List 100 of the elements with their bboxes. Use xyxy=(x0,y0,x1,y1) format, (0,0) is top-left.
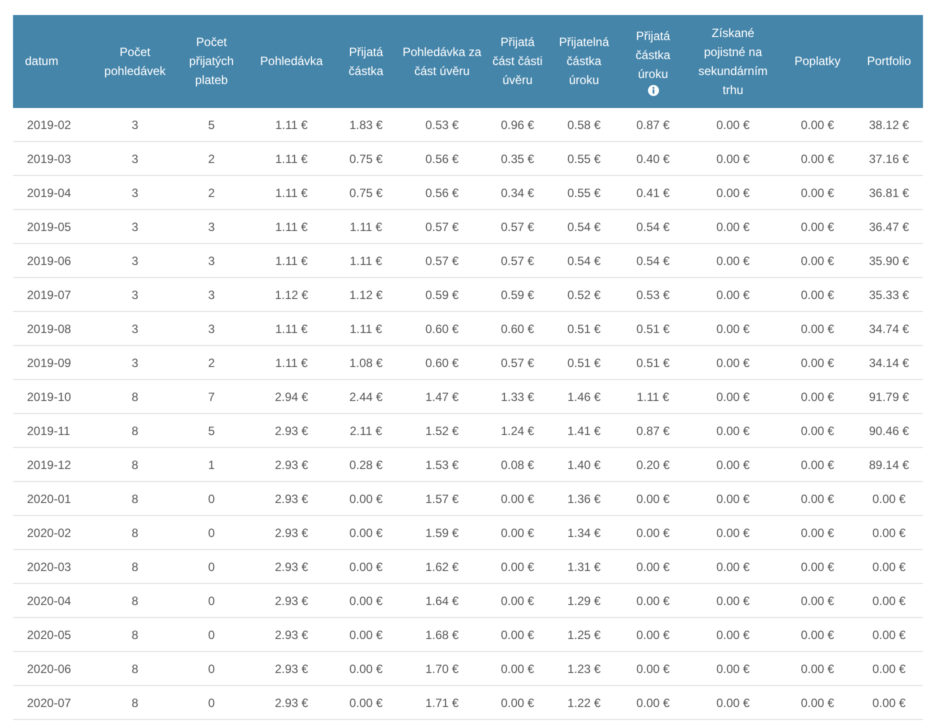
table-cell: 0.00 € xyxy=(855,618,923,652)
table-cell: 1.11 € xyxy=(335,210,397,244)
table-cell: 8 xyxy=(95,652,175,686)
table-cell: 3 xyxy=(95,210,175,244)
table-cell: 1.11 € xyxy=(335,312,397,346)
table-cell: 2019-12 xyxy=(13,448,95,482)
table-cell: 1.22 € xyxy=(548,686,620,720)
table-cell: 2020-03 xyxy=(13,550,95,584)
table-cell: 1.31 € xyxy=(548,550,620,584)
table-cell: 0.00 € xyxy=(780,482,855,516)
table-cell: 0.00 € xyxy=(780,278,855,312)
table-cell: 0.00 € xyxy=(686,618,780,652)
table-cell: 1.59 € xyxy=(397,516,487,550)
table-cell: 34.74 € xyxy=(855,312,923,346)
table-cell: 1.70 € xyxy=(397,652,487,686)
table-cell: 0.00 € xyxy=(487,686,548,720)
table-cell: 38.12 € xyxy=(855,108,923,142)
table-cell: 1.12 € xyxy=(248,278,335,312)
table-cell: 0.00 € xyxy=(686,176,780,210)
table-cell: 2.44 € xyxy=(335,380,397,414)
table-cell: 1.68 € xyxy=(397,618,487,652)
table-cell: 91.79 € xyxy=(855,380,923,414)
table-cell: 0.00 € xyxy=(780,210,855,244)
table-cell: 7 xyxy=(175,380,248,414)
table-cell: 1.36 € xyxy=(548,482,620,516)
table-cell: 0.08 € xyxy=(487,448,548,482)
table-cell: 0.54 € xyxy=(620,244,686,278)
table-cell: 8 xyxy=(95,686,175,720)
table-cell: 1.11 € xyxy=(248,244,335,278)
table-cell: 8 xyxy=(95,618,175,652)
table-cell: 1.11 € xyxy=(620,380,686,414)
table-cell: 0.87 € xyxy=(620,108,686,142)
table-cell: 0.00 € xyxy=(686,244,780,278)
table-cell: 0.00 € xyxy=(686,278,780,312)
table-cell: 0.00 € xyxy=(855,516,923,550)
column-header: Získané pojistné na sekundárním trhu xyxy=(686,15,780,108)
table-cell: 0.56 € xyxy=(397,176,487,210)
table-cell: 1.83 € xyxy=(335,108,397,142)
table-cell: 0.87 € xyxy=(620,414,686,448)
table-cell: 0.00 € xyxy=(855,652,923,686)
table-cell: 0.00 € xyxy=(780,176,855,210)
column-header: Počet pohledávek xyxy=(95,15,175,108)
table-cell: 0.51 € xyxy=(548,346,620,380)
table-cell: 0.57 € xyxy=(487,244,548,278)
table-cell: 0.00 € xyxy=(686,414,780,448)
table-cell: 0 xyxy=(175,550,248,584)
table-cell: 35.33 € xyxy=(855,278,923,312)
table-cell: 0.00 € xyxy=(686,142,780,176)
table-cell: 0.00 € xyxy=(335,584,397,618)
table-cell: 0.00 € xyxy=(686,550,780,584)
table-cell: 2 xyxy=(175,346,248,380)
table-cell: 0.00 € xyxy=(855,482,923,516)
table-cell: 2.93 € xyxy=(248,618,335,652)
table-cell: 0 xyxy=(175,618,248,652)
column-header: Přijatá část části úvěru xyxy=(487,15,548,108)
table-cell: 2.93 € xyxy=(248,448,335,482)
table-cell: 0.00 € xyxy=(780,108,855,142)
table-cell: 3 xyxy=(95,278,175,312)
table-cell: 0.00 € xyxy=(780,380,855,414)
table-cell: 1.12 € xyxy=(335,278,397,312)
table-cell: 2.94 € xyxy=(248,380,335,414)
table-cell: 1.62 € xyxy=(397,550,487,584)
column-header: datum xyxy=(13,15,95,108)
table-cell: 0.51 € xyxy=(620,346,686,380)
table-cell: 0.60 € xyxy=(487,312,548,346)
table-cell: 89.14 € xyxy=(855,448,923,482)
column-header: Pohledávka za část úvěru xyxy=(397,15,487,108)
table-cell: 0.75 € xyxy=(335,142,397,176)
table-cell: 2020-01 xyxy=(13,482,95,516)
table-cell: 0.00 € xyxy=(686,210,780,244)
table-cell: 0 xyxy=(175,584,248,618)
table-cell: 3 xyxy=(175,210,248,244)
table-cell: 0.52 € xyxy=(548,278,620,312)
table-cell: 8 xyxy=(95,516,175,550)
table-cell: 0.00 € xyxy=(686,652,780,686)
table-cell: 0.34 € xyxy=(487,176,548,210)
table-cell: 1.41 € xyxy=(548,414,620,448)
table-cell: 1.34 € xyxy=(548,516,620,550)
column-header: Přijatelná částka úroku xyxy=(548,15,620,108)
table-cell: 0.00 € xyxy=(686,380,780,414)
table-cell: 2.93 € xyxy=(248,686,335,720)
table-cell: 1.11 € xyxy=(248,142,335,176)
table-cell: 0.56 € xyxy=(397,142,487,176)
table-cell: 35.90 € xyxy=(855,244,923,278)
table-cell: 0.57 € xyxy=(487,346,548,380)
table-cell: 5 xyxy=(175,414,248,448)
table-cell: 0 xyxy=(175,482,248,516)
table-cell: 0.00 € xyxy=(686,108,780,142)
table-cell: 3 xyxy=(95,244,175,278)
table-cell: 0.00 € xyxy=(780,686,855,720)
table-cell: 0.00 € xyxy=(335,686,397,720)
table-cell: 3 xyxy=(95,346,175,380)
table-cell: 0.00 € xyxy=(780,516,855,550)
table-cell: 0.00 € xyxy=(686,516,780,550)
table-cell: 0.51 € xyxy=(548,312,620,346)
table-cell: 8 xyxy=(95,584,175,618)
table-cell: 2 xyxy=(175,176,248,210)
column-header: Počet přijatých plateb xyxy=(175,15,248,108)
table-cell: 0.20 € xyxy=(620,448,686,482)
table-cell: 0.00 € xyxy=(686,312,780,346)
